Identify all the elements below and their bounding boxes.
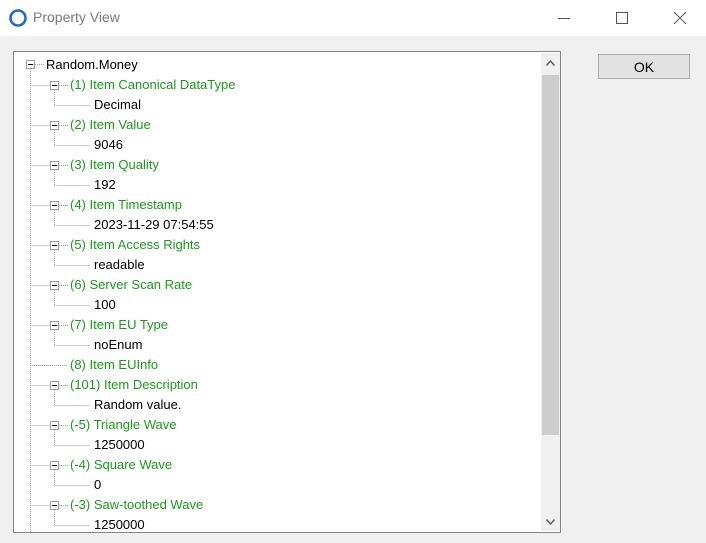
property-node[interactable]: (2) Item Value <box>70 116 151 134</box>
maximize-icon <box>616 12 628 24</box>
property-node[interactable]: (1) Item Canonical DataType <box>70 76 235 94</box>
property-node[interactable]: (7) Item EU Type <box>70 316 168 334</box>
property-node[interactable]: (4) Item Timestamp <box>70 196 182 214</box>
chevron-up-icon <box>546 59 555 66</box>
property-collapse-toggle[interactable] <box>50 281 59 290</box>
scroll-up-button[interactable] <box>541 53 560 72</box>
property-collapse-toggle[interactable] <box>50 201 59 210</box>
property-collapse-toggle[interactable] <box>50 81 59 90</box>
property-value[interactable]: 192 <box>94 176 116 194</box>
property-value[interactable]: readable <box>94 256 145 274</box>
property-node[interactable]: (5) Item Access Rights <box>70 236 200 254</box>
property-value[interactable]: 9046 <box>94 136 123 154</box>
property-node[interactable]: (-4) Square Wave <box>70 456 172 474</box>
property-value[interactable]: 2023-11-29 07:54:55 <box>94 216 214 234</box>
vertical-scrollbar[interactable] <box>541 53 560 531</box>
scroll-thumb[interactable] <box>542 75 559 435</box>
property-collapse-toggle[interactable] <box>50 321 59 330</box>
property-value[interactable]: Decimal <box>94 96 141 114</box>
property-node[interactable]: (-3) Saw-toothed Wave <box>70 496 203 514</box>
property-tree[interactable]: Random.Money (1) Item Canonical DataType… <box>13 51 561 533</box>
title-bar[interactable]: Property View <box>0 0 706 36</box>
property-value[interactable]: 1250000 <box>94 516 145 532</box>
window-title: Property View <box>33 9 120 25</box>
property-value[interactable]: Random value. <box>94 396 181 414</box>
property-collapse-toggle[interactable] <box>50 421 59 430</box>
property-value[interactable]: 1250000 <box>94 436 145 454</box>
property-collapse-toggle[interactable] <box>50 121 59 130</box>
root-collapse-toggle[interactable] <box>26 60 35 69</box>
property-node[interactable]: (101) Item Description <box>70 376 198 394</box>
minimize-icon <box>558 18 570 19</box>
property-value[interactable]: noEnum <box>94 336 142 354</box>
ok-button[interactable]: OK <box>598 54 690 79</box>
close-button[interactable] <box>651 0 706 36</box>
property-node[interactable]: (-5) Triangle Wave <box>70 416 176 434</box>
property-value[interactable]: 0 <box>94 476 101 494</box>
maximize-button[interactable] <box>593 0 651 36</box>
property-collapse-toggle[interactable] <box>50 461 59 470</box>
chevron-down-icon <box>546 518 555 525</box>
scroll-down-button[interactable] <box>541 512 560 531</box>
property-collapse-toggle[interactable] <box>50 381 59 390</box>
minimize-button[interactable] <box>535 0 593 36</box>
tree-root-node[interactable]: Random.Money <box>46 56 138 74</box>
property-value[interactable]: 100 <box>94 296 116 314</box>
property-node[interactable]: (8) Item EUInfo <box>70 356 158 374</box>
close-icon <box>674 12 686 24</box>
property-collapse-toggle[interactable] <box>50 161 59 170</box>
app-ring-icon <box>9 9 27 27</box>
property-node[interactable]: (3) Item Quality <box>70 156 159 174</box>
property-collapse-toggle[interactable] <box>50 501 59 510</box>
property-collapse-toggle[interactable] <box>50 241 59 250</box>
property-node[interactable]: (6) Server Scan Rate <box>70 276 192 294</box>
